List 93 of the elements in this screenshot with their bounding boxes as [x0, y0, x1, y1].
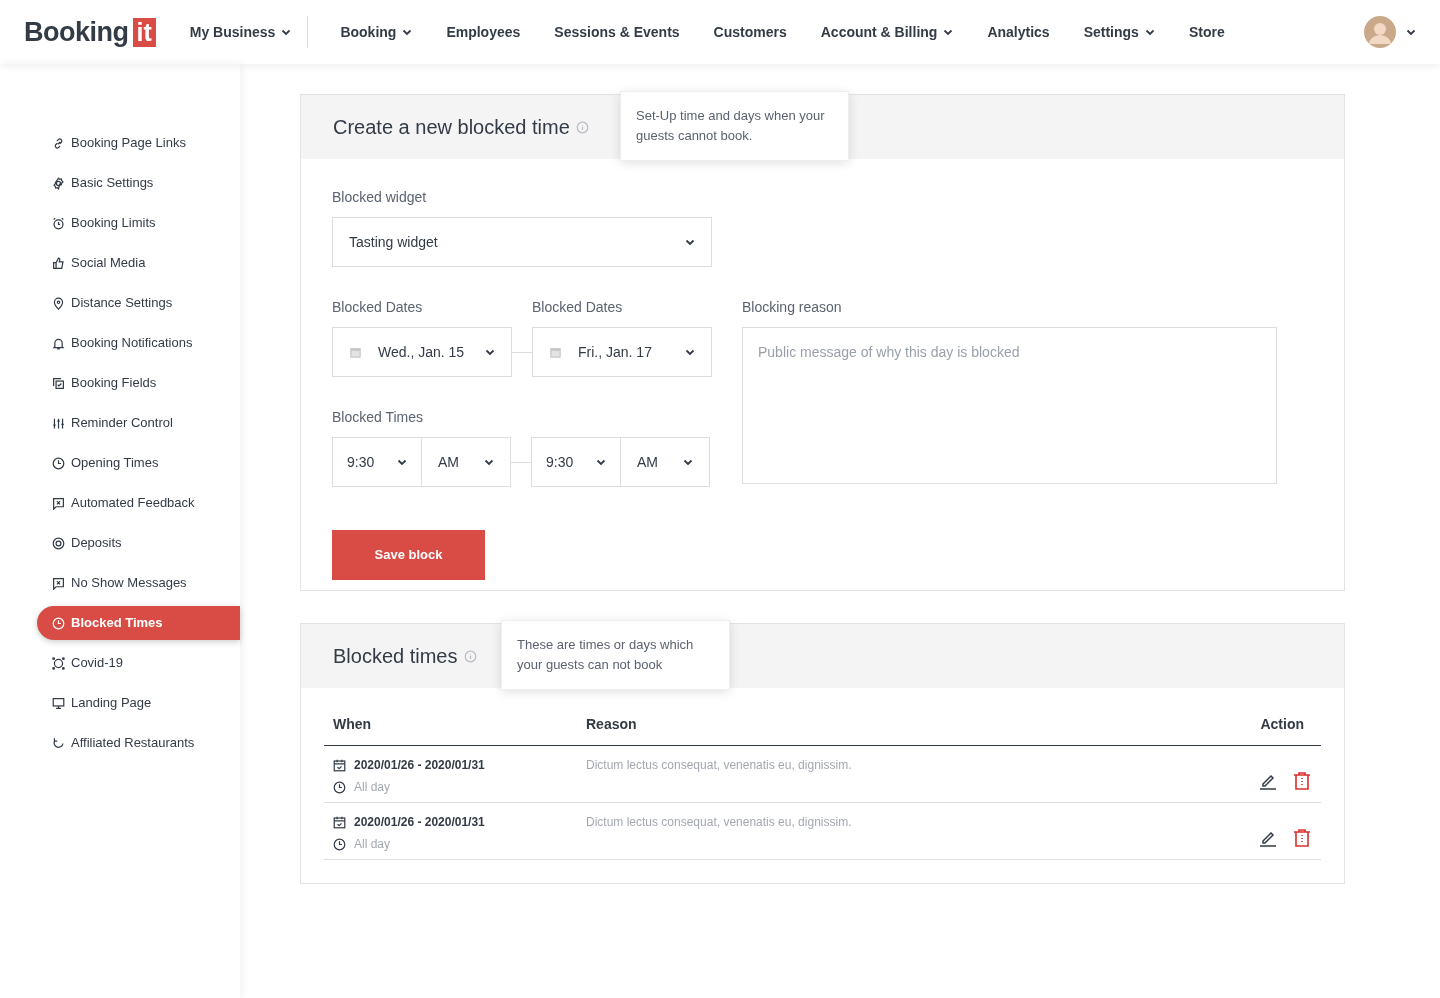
date-value: Wed., Jan. 15 — [349, 341, 465, 363]
widget-select[interactable]: Tasting widget — [332, 217, 712, 267]
info-icon — [463, 649, 477, 663]
sidebar-item[interactable]: Deposits — [37, 526, 240, 560]
time-select[interactable]: 9:30 — [332, 437, 422, 487]
field-label: Blocked Dates — [532, 298, 623, 317]
field-label: Blocking reason — [742, 298, 843, 317]
coin-icon — [52, 536, 65, 550]
alarm-clock-icon — [52, 216, 65, 230]
tooltip: Set-Up time and days when your guests cannot book. — [620, 91, 849, 161]
calendar-check-icon — [333, 758, 346, 772]
chevron-down-icon — [685, 348, 695, 356]
chevron-down-icon — [685, 238, 695, 246]
column-header: When — [332, 715, 373, 734]
date-range: 2020/01/26 - 2020/01/31 — [354, 814, 485, 831]
time-text: All day — [354, 836, 391, 853]
date-select[interactable]: Fri., Jan. 17 — [532, 327, 712, 377]
sidebar-item[interactable]: Opening Times — [37, 446, 240, 480]
clock-icon — [333, 780, 346, 794]
sidebar-item[interactable]: Booking Limits — [37, 206, 240, 240]
chevron-down-icon — [943, 28, 954, 36]
reason-text: Dictum lectus consequat, venenatis eu, dignissim. — [586, 757, 852, 774]
logo-text[interactable]: Booking — [24, 11, 129, 53]
sidebar-item[interactable]: Basic Settings — [37, 166, 240, 200]
nav-link[interactable]: Booking — [340, 21, 413, 43]
map-pin-icon — [52, 296, 65, 310]
trash-icon — [1293, 828, 1311, 847]
reason-field[interactable]: Public message of why this day is blocked — [742, 327, 1277, 484]
chevron-down-icon — [485, 348, 495, 356]
nav-link[interactable]: Analytics — [987, 21, 1050, 43]
sidebar-item[interactable]: Reminder Control — [37, 406, 240, 440]
sidebar-item[interactable]: Booking Page Links — [37, 126, 240, 160]
save-button[interactable]: Save block — [332, 530, 485, 580]
chevron-down-icon — [1144, 28, 1155, 36]
chevron-down-icon — [596, 458, 606, 466]
date-value: Fri., Jan. 17 — [549, 341, 652, 363]
field-label: Blocked widget — [332, 188, 428, 207]
calendar-icon — [349, 345, 362, 359]
calendar-icon — [549, 345, 562, 359]
time-text: All day — [354, 779, 391, 796]
message-x-icon — [52, 576, 65, 590]
copy-check-icon — [52, 376, 65, 390]
sidebar-item[interactable]: Automated Feedback — [37, 486, 240, 520]
sidebar-item[interactable]: Booking Notifications — [37, 326, 240, 360]
sidebar-item[interactable]: Affiliated Restaurants — [37, 726, 240, 760]
tooltip: These are times or days which your guests can not book — [501, 620, 730, 690]
period-select[interactable]: AM — [422, 437, 511, 487]
logo-badge[interactable]: it — [132, 17, 156, 47]
chevron-down-icon — [683, 458, 693, 466]
panel-title: Blocked times — [333, 644, 458, 668]
chevron-down-icon — [402, 28, 413, 36]
virus-icon — [52, 656, 65, 670]
business-menu[interactable]: My Business — [189, 21, 292, 43]
chevron-down-icon — [1406, 28, 1416, 36]
link-icon — [52, 136, 65, 150]
nav-link[interactable]: Account & Billing — [820, 21, 954, 43]
avatar-icon — [1364, 16, 1396, 48]
time-select[interactable]: 9:30 — [531, 437, 621, 487]
sidebar-item[interactable]: Social Media — [37, 246, 240, 280]
info-icon — [575, 120, 589, 134]
nav-link[interactable]: Sessions & Events — [554, 21, 680, 43]
chevron-down-icon — [397, 458, 407, 466]
nav-link[interactable]: Store — [1188, 21, 1225, 43]
chevron-down-icon — [281, 28, 292, 36]
sidebar-item[interactable]: Booking Fields — [37, 366, 240, 400]
sliders-icon — [52, 416, 65, 430]
date-select[interactable]: Wed., Jan. 15 — [332, 327, 512, 377]
clock-icon — [52, 616, 65, 630]
column-header: Action — [1260, 715, 1305, 734]
date-range: 2020/01/26 - 2020/01/31 — [354, 757, 485, 774]
panel-title: Create a new blocked time — [333, 115, 570, 139]
field-label: Blocked Times — [332, 408, 425, 427]
field-label: Blocked Dates — [332, 298, 424, 317]
sidebar-item[interactable]: Blocked Times — [37, 606, 240, 640]
calendar-check-icon — [333, 815, 346, 829]
message-x-icon — [52, 496, 65, 510]
nav-link[interactable]: Settings — [1083, 21, 1155, 43]
reason-text: Dictum lectus consequat, venenatis eu, dignissim. — [586, 814, 852, 831]
trash-icon — [1293, 771, 1311, 790]
chevron-down-icon — [484, 458, 494, 466]
monitor-icon — [52, 696, 65, 710]
period-select[interactable]: AM — [621, 437, 710, 487]
sidebar-item[interactable]: Landing Page — [37, 686, 240, 720]
nav-link[interactable]: Customers — [713, 21, 787, 43]
sidebar-item[interactable]: Covid-19 — [37, 646, 240, 680]
nav-link[interactable]: Employees — [446, 21, 521, 43]
clock-icon — [333, 837, 346, 851]
sidebar-item[interactable]: No Show Messages — [37, 566, 240, 600]
thumbs-up-icon — [52, 256, 65, 270]
clock-icon — [52, 456, 65, 470]
column-header: Reason — [586, 715, 637, 734]
bell-icon — [52, 336, 65, 350]
sidebar-item[interactable]: Distance Settings — [37, 286, 240, 320]
